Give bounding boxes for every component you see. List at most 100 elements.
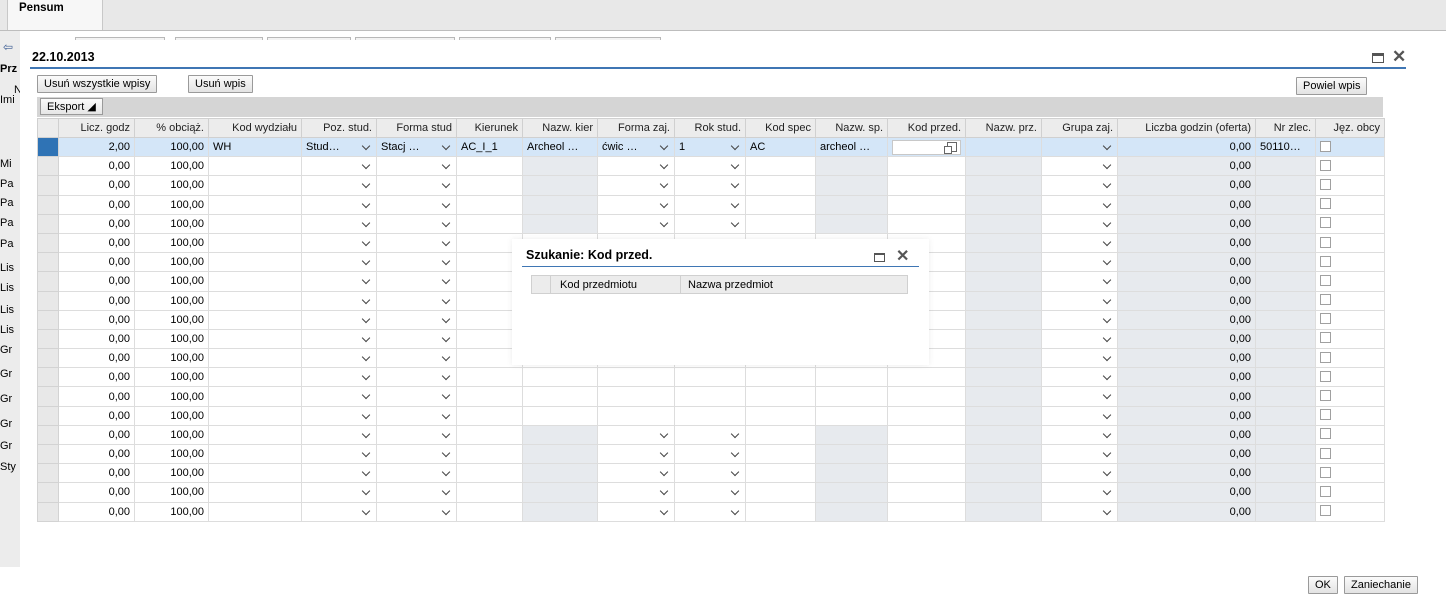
checkbox[interactable] xyxy=(1320,217,1331,229)
column-header[interactable]: Forma zaj. xyxy=(597,118,675,138)
study-form-dropdown[interactable] xyxy=(376,156,457,177)
class-group-dropdown[interactable] xyxy=(1041,463,1118,484)
study-year-dropdown[interactable] xyxy=(674,367,746,388)
foreign-language-cell[interactable] xyxy=(1315,156,1385,177)
row-selector[interactable] xyxy=(37,252,59,273)
class-group-dropdown[interactable] xyxy=(1041,443,1118,465)
table-row[interactable]: 0,00 100,00 0,00 xyxy=(37,156,1385,177)
study-level-dropdown[interactable] xyxy=(301,156,377,177)
hours-cell[interactable]: 0,00 xyxy=(58,328,135,350)
study-level-dropdown[interactable] xyxy=(301,232,377,254)
row-selector-header[interactable] xyxy=(532,276,551,293)
subject-code-cell[interactable] xyxy=(887,386,966,407)
field-cell[interactable]: AC_I_1 xyxy=(456,136,523,158)
column-header[interactable]: Nazwa przedmiot xyxy=(688,279,838,291)
load-cell[interactable]: 100,00 xyxy=(134,405,209,426)
load-cell[interactable]: 100,00 xyxy=(134,348,209,369)
row-selector[interactable] xyxy=(37,290,59,311)
study-level-dropdown[interactable] xyxy=(301,367,377,388)
subject-code-input[interactable] xyxy=(887,136,966,158)
field-cell[interactable] xyxy=(456,443,523,465)
faculty-code-cell[interactable] xyxy=(208,271,302,292)
subject-code-cell[interactable] xyxy=(887,405,966,426)
foreign-language-cell[interactable] xyxy=(1315,194,1385,215)
faculty-code-cell[interactable] xyxy=(208,232,302,254)
study-level-dropdown[interactable] xyxy=(301,482,377,503)
faculty-code-cell[interactable] xyxy=(208,252,302,273)
column-header[interactable]: Kod wydziału xyxy=(208,118,302,138)
study-year-dropdown[interactable]: 1 xyxy=(674,136,746,158)
class-group-dropdown[interactable] xyxy=(1041,271,1118,292)
checkbox[interactable] xyxy=(1320,274,1331,286)
table-row[interactable]: 0,00 100,00 0,00 xyxy=(37,443,1385,465)
class-form-dropdown[interactable] xyxy=(597,405,675,426)
class-group-dropdown[interactable] xyxy=(1041,156,1118,177)
study-form-dropdown[interactable] xyxy=(376,367,457,388)
foreign-language-cell[interactable] xyxy=(1315,271,1385,292)
hours-cell[interactable]: 0,00 xyxy=(58,482,135,503)
spec-code-cell[interactable] xyxy=(745,194,816,215)
checkbox[interactable] xyxy=(1320,409,1331,421)
study-level-dropdown[interactable] xyxy=(301,271,377,292)
spec-code-cell[interactable] xyxy=(745,443,816,465)
foreign-language-cell[interactable] xyxy=(1315,290,1385,311)
faculty-code-cell[interactable] xyxy=(208,463,302,484)
foreign-language-cell[interactable] xyxy=(1315,309,1385,330)
column-header[interactable]: % obciąż. xyxy=(134,118,209,138)
table-row[interactable]: 0,00 100,00 0,00 xyxy=(37,194,1385,215)
study-year-dropdown[interactable] xyxy=(674,194,746,215)
load-cell[interactable]: 100,00 xyxy=(134,213,209,234)
column-header[interactable]: Forma stud xyxy=(376,118,457,138)
hours-cell[interactable]: 0,00 xyxy=(58,232,135,254)
study-level-dropdown[interactable] xyxy=(301,405,377,426)
checkbox[interactable] xyxy=(1320,313,1331,325)
hours-cell[interactable]: 0,00 xyxy=(58,367,135,388)
app-tab-pensum[interactable]: Pensum xyxy=(7,0,103,30)
spec-code-cell[interactable] xyxy=(745,424,816,446)
checkbox[interactable] xyxy=(1320,447,1331,459)
study-form-dropdown[interactable] xyxy=(376,482,457,503)
study-year-dropdown[interactable] xyxy=(674,405,746,426)
faculty-code-cell[interactable] xyxy=(208,405,302,426)
field-cell[interactable] xyxy=(456,156,523,177)
spec-code-cell[interactable] xyxy=(745,213,816,234)
subject-code-cell[interactable] xyxy=(887,156,966,177)
subject-code-cell[interactable] xyxy=(887,482,966,503)
field-cell[interactable] xyxy=(456,194,523,215)
class-group-dropdown[interactable] xyxy=(1041,309,1118,330)
table-row[interactable]: 0,00 100,00 0,00 xyxy=(37,213,1385,234)
load-cell[interactable]: 100,00 xyxy=(134,482,209,503)
column-header[interactable]: Kod spec xyxy=(745,118,816,138)
study-level-dropdown[interactable] xyxy=(301,463,377,484)
class-form-dropdown[interactable] xyxy=(597,463,675,484)
subject-code-cell[interactable] xyxy=(887,213,966,234)
study-form-dropdown[interactable] xyxy=(376,328,457,350)
spec-code-cell[interactable] xyxy=(745,156,816,177)
checkbox[interactable] xyxy=(1320,370,1331,382)
faculty-code-cell[interactable] xyxy=(208,443,302,465)
column-header[interactable]: Licz. godz xyxy=(58,118,135,138)
table-row[interactable]: 0,00 100,00 0,00 xyxy=(37,175,1385,196)
foreign-language-cell[interactable] xyxy=(1315,463,1385,484)
class-form-dropdown[interactable] xyxy=(597,156,675,177)
class-group-dropdown[interactable] xyxy=(1041,367,1118,388)
class-group-dropdown[interactable] xyxy=(1041,501,1118,522)
checkbox[interactable] xyxy=(1320,332,1331,344)
faculty-code-cell[interactable] xyxy=(208,482,302,503)
foreign-language-cell[interactable] xyxy=(1315,482,1385,503)
column-header[interactable]: Liczba godzin (oferta) xyxy=(1117,118,1256,138)
class-form-dropdown[interactable] xyxy=(597,424,675,446)
load-cell[interactable]: 100,00 xyxy=(134,443,209,465)
class-group-dropdown[interactable] xyxy=(1041,290,1118,311)
row-selector[interactable] xyxy=(37,386,59,407)
faculty-code-cell[interactable] xyxy=(208,501,302,522)
hours-cell[interactable]: 0,00 xyxy=(58,175,135,196)
foreign-language-cell[interactable] xyxy=(1315,348,1385,369)
study-level-dropdown[interactable] xyxy=(301,309,377,330)
row-selector[interactable] xyxy=(37,443,59,465)
study-level-dropdown[interactable] xyxy=(301,213,377,234)
study-level-dropdown[interactable] xyxy=(301,348,377,369)
field-cell[interactable] xyxy=(456,501,523,522)
load-cell[interactable]: 100,00 xyxy=(134,501,209,522)
table-row[interactable]: 0,00 100,00 0,00 xyxy=(37,424,1385,446)
